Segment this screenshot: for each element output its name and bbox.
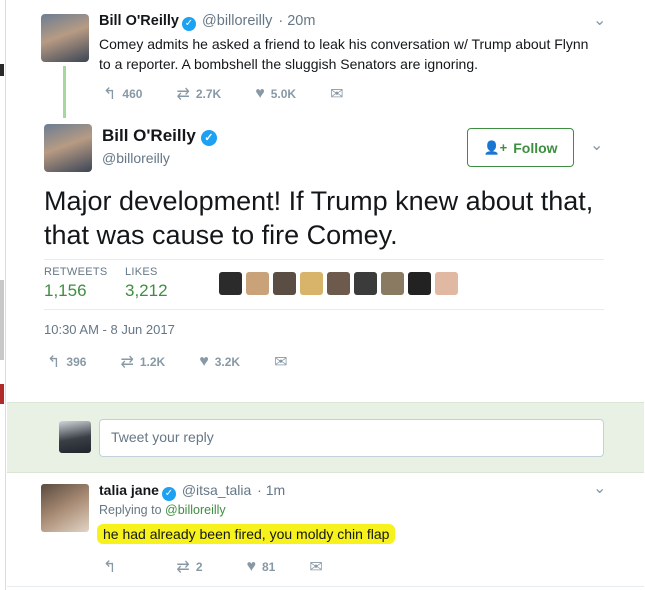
- reply-input[interactable]: Tweet your reply: [99, 419, 604, 457]
- follow-label: Follow: [513, 139, 558, 156]
- mention-link[interactable]: @billoreilly: [165, 503, 226, 517]
- like-button[interactable]: ♥ 81: [247, 558, 276, 576]
- like-button[interactable]: ♥ 5.0K: [255, 85, 296, 103]
- liker-avatar[interactable]: [381, 272, 404, 295]
- avatar[interactable]: [44, 124, 92, 172]
- retweet-count: 2: [195, 560, 203, 574]
- verified-badge-icon: ✓: [200, 130, 217, 146]
- envelope-icon: ✉: [274, 354, 288, 371]
- like-count: 3.2K: [214, 355, 241, 369]
- author-name[interactable]: Bill O'Reilly: [99, 13, 179, 29]
- heart-icon: ♥: [255, 85, 265, 102]
- reply-icon: ↰: [103, 86, 117, 103]
- main-author-name[interactable]: Bill O'Reilly ✓: [102, 126, 217, 146]
- retweet-count: 2.7K: [195, 87, 222, 101]
- liker-avatar[interactable]: [300, 272, 323, 295]
- reply-count: 396: [66, 355, 87, 369]
- tweet-text: Comey admits he asked a friend to leak h…: [99, 36, 589, 72]
- verified-badge-icon: ✓: [182, 17, 196, 31]
- heart-icon: ♥: [199, 353, 209, 370]
- edge-artifact: [0, 280, 4, 360]
- likes-stat[interactable]: LIKES 3,212: [125, 266, 168, 301]
- tweet-time[interactable]: · 1m: [257, 482, 285, 498]
- follow-user-icon: 👤+: [483, 139, 508, 155]
- reply-tweet-text: he had already been fired, you moldy chi…: [97, 524, 396, 544]
- like-count: 5.0K: [270, 87, 297, 101]
- chevron-down-icon[interactable]: ⌄: [593, 10, 606, 30]
- author-name[interactable]: Bill O'Reilly: [102, 126, 196, 145]
- retweet-count: 1.2K: [139, 355, 166, 369]
- divider: [44, 309, 604, 310]
- author-handle[interactable]: @itsa_talia: [182, 482, 251, 498]
- reply-composer: Tweet your reply: [7, 402, 644, 473]
- author-handle[interactable]: @billoreilly: [102, 150, 170, 166]
- message-button[interactable]: ✉: [309, 557, 328, 577]
- page-edge: [0, 0, 6, 590]
- author-name[interactable]: talia jane: [99, 482, 159, 498]
- avatar[interactable]: [41, 484, 89, 532]
- tweet-time[interactable]: · 20m: [278, 13, 315, 29]
- liker-avatars: [219, 272, 462, 295]
- tweet-card: Bill O'Reilly ✓ @billoreilly · 20m Comey …: [7, 0, 644, 590]
- follow-button[interactable]: 👤+ Follow: [467, 128, 574, 167]
- liker-avatar[interactable]: [354, 272, 377, 295]
- avatar[interactable]: [41, 14, 89, 62]
- retweet-button[interactable]: ⇄ 2: [176, 557, 202, 577]
- reply-button[interactable]: ↰ 460: [103, 84, 142, 104]
- envelope-icon: ✉: [309, 559, 323, 576]
- tweet-actions: ↰ 396 ⇄ 1.2K ♥ 3.2K ✉: [47, 352, 327, 372]
- heart-icon: ♥: [246, 558, 257, 575]
- like-count: 81: [262, 560, 276, 574]
- liker-avatar[interactable]: [246, 272, 269, 295]
- stat-label: LIKES: [125, 266, 158, 278]
- like-button[interactable]: ♥ 3.2K: [199, 353, 240, 371]
- thread-connector: [63, 66, 66, 118]
- liker-avatar[interactable]: [435, 272, 458, 295]
- retweet-button[interactable]: ⇄ 2.7K: [176, 84, 221, 104]
- main-tweet-text: Major development! If Trump knew about t…: [44, 186, 594, 250]
- chevron-down-icon[interactable]: ⌄: [593, 478, 606, 498]
- envelope-icon: ✉: [330, 86, 344, 103]
- liker-avatar[interactable]: [408, 272, 431, 295]
- retweet-icon: ⇄: [120, 354, 134, 371]
- stat-value: 3,212: [125, 281, 168, 300]
- tweet-timestamp: 10:30 AM - 8 Jun 2017: [44, 322, 175, 337]
- reply-icon: ↰: [103, 559, 117, 576]
- message-button[interactable]: ✉: [274, 352, 293, 372]
- parent-tweet[interactable]: Bill O'Reilly ✓ @billoreilly · 20m Comey …: [7, 0, 644, 108]
- retweet-icon: ⇄: [176, 559, 190, 576]
- edge-artifact: [0, 384, 4, 404]
- parent-tweet-header: Bill O'Reilly ✓ @billoreilly · 20m: [99, 13, 315, 31]
- replying-to: Replying to @billoreilly: [99, 503, 226, 517]
- reply-button[interactable]: ↰ 396: [47, 352, 86, 372]
- liker-avatar[interactable]: [219, 272, 242, 295]
- liker-avatar[interactable]: [273, 272, 296, 295]
- replying-prefix: Replying to: [99, 503, 162, 517]
- avatar: [59, 421, 91, 453]
- retweets-stat[interactable]: RETWEETS 1,156: [44, 266, 108, 301]
- reply-icon: ↰: [47, 354, 61, 371]
- verified-badge-icon: ✓: [161, 487, 176, 501]
- divider: [44, 259, 604, 260]
- stat-label: RETWEETS: [44, 266, 108, 278]
- reply-button[interactable]: ↰: [103, 557, 122, 577]
- stat-value: 1,156: [44, 281, 87, 300]
- tweet-actions: ↰ ⇄ 2 ♥ 81 ✉: [103, 557, 363, 577]
- liker-avatar[interactable]: [327, 272, 350, 295]
- tweet-actions: ↰ 460 ⇄ 2.7K ♥ 5.0K ✉: [103, 84, 383, 104]
- reply-tweet-header: talia jane ✓ @itsa_talia · 1m: [99, 482, 285, 501]
- author-handle[interactable]: @billoreilly: [202, 13, 272, 29]
- message-button[interactable]: ✉: [330, 84, 349, 104]
- reply-count: 460: [122, 87, 143, 101]
- divider: [7, 586, 644, 587]
- retweet-button[interactable]: ⇄ 1.2K: [120, 352, 165, 372]
- retweet-icon: ⇄: [176, 86, 190, 103]
- chevron-down-icon[interactable]: ⌄: [590, 135, 603, 155]
- edge-artifact: [0, 64, 4, 76]
